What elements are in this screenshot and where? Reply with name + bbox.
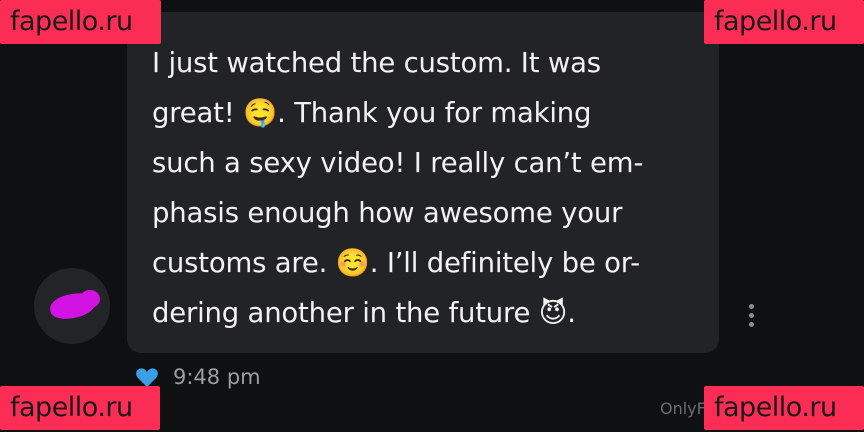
avatar-blur-2 bbox=[80, 290, 100, 308]
watermark-bottom-left: fapello.ru bbox=[0, 386, 160, 430]
chat-area: I just watched the custom. It was great!… bbox=[0, 0, 864, 432]
heart-icon[interactable] bbox=[134, 366, 160, 388]
footer-url: OnlyF bbox=[660, 399, 706, 418]
watermark-top-left: fapello.ru bbox=[0, 0, 161, 44]
message-bubble[interactable]: I just watched the custom. It was great!… bbox=[127, 12, 719, 353]
watermark-bottom-right: fapello.ru bbox=[704, 386, 864, 430]
message-time: 9:48 pm bbox=[173, 365, 261, 389]
watermark-top-right: fapello.ru bbox=[704, 0, 864, 44]
vertical-dots-icon[interactable] bbox=[746, 304, 756, 330]
avatar[interactable] bbox=[34, 268, 110, 344]
message-text: I just watched the custom. It was great!… bbox=[152, 47, 644, 329]
